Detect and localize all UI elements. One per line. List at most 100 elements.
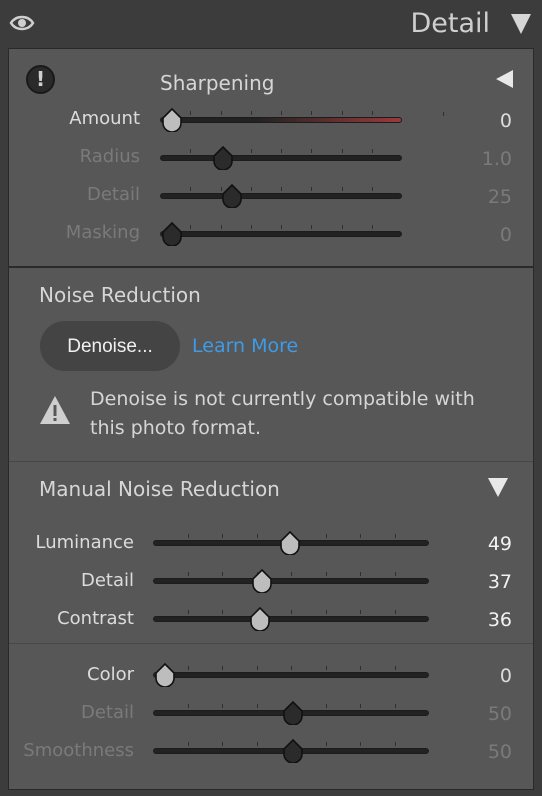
slider-tick [395, 610, 396, 614]
slider-tick [221, 111, 222, 115]
slider-tick [372, 149, 373, 153]
masking-slider-thumb[interactable] [161, 222, 183, 246]
slider-tick [372, 187, 373, 191]
slider-tick [395, 704, 396, 708]
color-smoothness-label: Smoothness [23, 740, 134, 761]
slider-tick [326, 610, 327, 614]
radius-slider-thumb[interactable] [212, 146, 234, 170]
amount-slider-track[interactable] [160, 117, 402, 123]
slider-tick [257, 704, 258, 708]
slider-tick [222, 666, 223, 670]
slider-tick [395, 534, 396, 538]
color-detail-slider-thumb[interactable] [282, 701, 304, 725]
slider-tick [281, 149, 282, 153]
detail-value[interactable]: 25 [450, 186, 512, 208]
slider-tick [395, 572, 396, 576]
learn-more-link[interactable]: Learn More [192, 334, 298, 358]
color-slider-track[interactable] [153, 672, 429, 678]
expand-triangle-icon[interactable] [496, 70, 513, 88]
luminance-detail-label: Detail [80, 570, 134, 591]
detail-label: Detail [86, 184, 140, 205]
slider-tick [190, 149, 191, 153]
slider-tick [326, 742, 327, 746]
slider-tick [222, 572, 223, 576]
slider-tick [360, 534, 361, 538]
sharpening-title: Sharpening [160, 71, 275, 95]
color-value[interactable]: 0 [450, 665, 512, 687]
luminance-contrast-slider-track[interactable] [153, 616, 429, 622]
slider-tick [291, 610, 292, 614]
slider-tick [395, 666, 396, 670]
luminance-label: Luminance [35, 532, 134, 553]
luminance-contrast-value[interactable]: 36 [450, 609, 512, 631]
slider-tick [257, 742, 258, 746]
slider-tick [372, 225, 373, 229]
slider-tick [222, 534, 223, 538]
slider-tick [360, 572, 361, 576]
slider-tick [188, 704, 189, 708]
slider-tick [251, 187, 252, 191]
collapse-triangle-icon[interactable] [511, 14, 531, 34]
color-smoothness-slider-thumb[interactable] [282, 739, 304, 763]
amount-value[interactable]: 0 [450, 110, 512, 132]
slider-tick [395, 742, 396, 746]
slider-tick [342, 149, 343, 153]
eye-icon[interactable] [9, 12, 35, 34]
detail-slider-track[interactable] [160, 193, 402, 199]
color-detail-label: Detail [80, 702, 134, 723]
warning-icon [40, 396, 70, 424]
slider-tick [326, 534, 327, 538]
slider-tick [190, 187, 191, 191]
slider-tick [281, 111, 282, 115]
luminance-contrast-slider-thumb[interactable] [249, 607, 271, 631]
slider-tick [188, 666, 189, 670]
luminance-detail-slider-track[interactable] [153, 578, 429, 584]
slider-tick [257, 534, 258, 538]
slider-tick [360, 666, 361, 670]
luminance-detail-value[interactable]: 37 [450, 571, 512, 593]
slider-tick [342, 111, 343, 115]
radius-label: Radius [79, 146, 140, 167]
detail-slider-thumb[interactable] [221, 184, 243, 208]
slider-tick [342, 187, 343, 191]
slider-tick [281, 225, 282, 229]
slider-tick [291, 666, 292, 670]
slider-tick [311, 111, 312, 115]
section-divider [9, 643, 533, 644]
luminance-slider-thumb[interactable] [279, 531, 301, 555]
masking-slider-track[interactable] [160, 231, 402, 237]
slider-tick [443, 112, 444, 116]
luminance-value[interactable]: 49 [450, 533, 512, 555]
section-divider [9, 461, 533, 462]
noise-reduction-title: Noise Reduction [39, 283, 201, 307]
luminance-contrast-label: Contrast [57, 608, 134, 629]
slider-tick [188, 534, 189, 538]
manual-noise-title: Manual Noise Reduction [39, 477, 280, 501]
amount-slider-thumb[interactable] [161, 108, 183, 132]
slider-tick [326, 572, 327, 576]
color-smoothness-value[interactable]: 50 [450, 741, 512, 763]
luminance-detail-slider-thumb[interactable] [251, 569, 273, 593]
slider-tick [190, 111, 191, 115]
slider-tick [221, 225, 222, 229]
color-label: Color [87, 664, 134, 685]
denoise-button[interactable]: Denoise... [40, 321, 180, 371]
slider-tick [342, 225, 343, 229]
exclamation-icon[interactable]: ! [26, 65, 55, 94]
slider-tick [257, 666, 258, 670]
amount-label: Amount [69, 108, 140, 129]
slider-tick [188, 572, 189, 576]
radius-value[interactable]: 1.0 [450, 148, 512, 170]
color-slider-thumb[interactable] [154, 663, 176, 687]
expand-triangle-icon[interactable] [488, 478, 508, 497]
compatibility-warning: Denoise is not currently compatible with… [90, 388, 475, 439]
slider-tick [251, 225, 252, 229]
radius-slider-track[interactable] [160, 155, 402, 161]
slider-tick [360, 610, 361, 614]
slider-tick [188, 742, 189, 746]
slider-tick [360, 704, 361, 708]
slider-tick [326, 666, 327, 670]
color-detail-value[interactable]: 50 [450, 703, 512, 725]
masking-value[interactable]: 0 [450, 224, 512, 246]
slider-tick [222, 704, 223, 708]
